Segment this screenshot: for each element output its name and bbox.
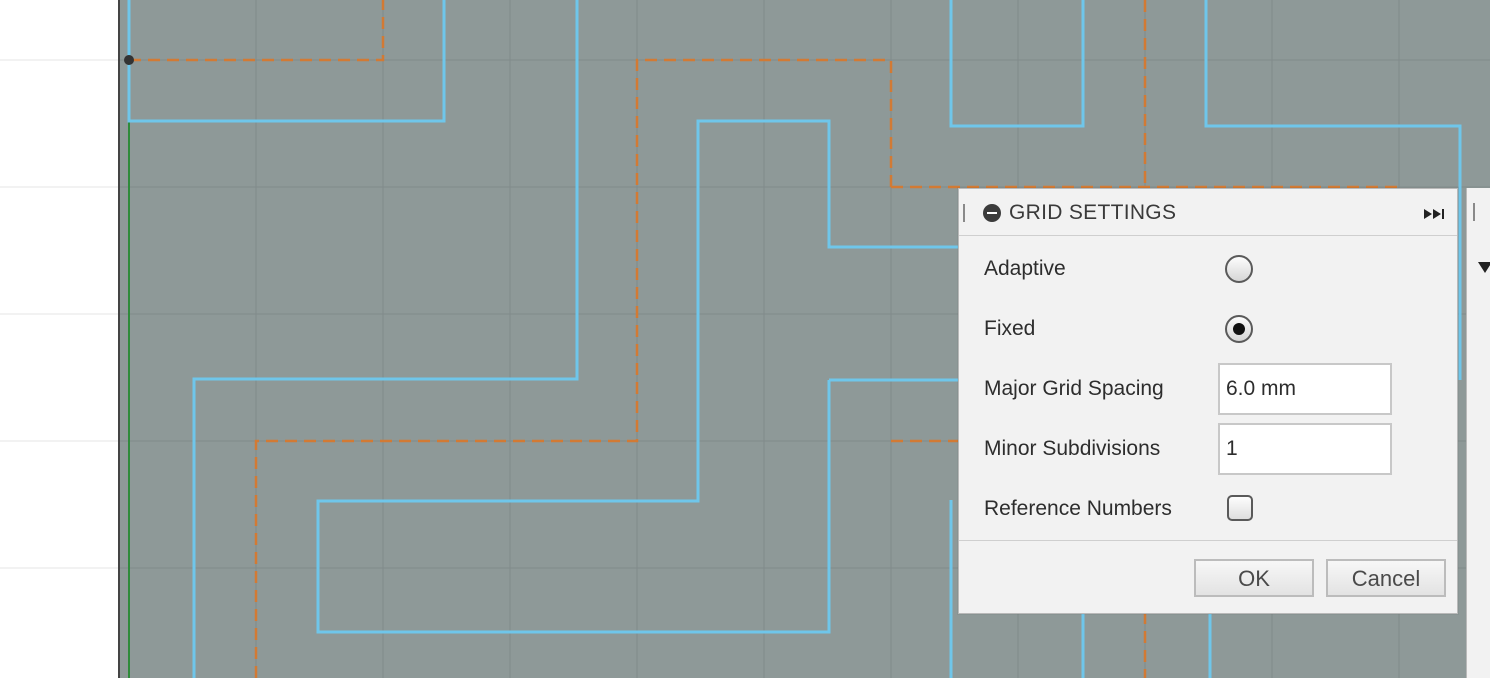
reference-numbers-label: Reference Numbers [984,497,1172,520]
minor-subdivisions-label: Minor Subdivisions [984,437,1161,460]
outer-grid [0,59,118,569]
side-panel-collapsed[interactable] [1466,188,1490,678]
major-grid-spacing-label: Major Grid Spacing [984,377,1164,400]
dialog-header[interactable]: GRID SETTINGS [959,189,1457,236]
drag-grip-icon[interactable] [963,204,965,222]
reference-numbers-checkbox[interactable] [1227,495,1253,521]
cancel-button[interactable]: Cancel [1326,559,1446,597]
adaptive-radio[interactable] [1225,255,1253,283]
fixed-label: Fixed [984,317,1036,340]
adaptive-label: Adaptive [984,257,1066,280]
sketch-origin-point[interactable] [124,55,134,65]
dialog-divider [959,540,1457,541]
grid-settings-dialog: GRID SETTINGS Adaptive Fixed Major Grid … [958,188,1458,614]
side-panel-grip[interactable] [1473,203,1475,221]
expand-arrows-icon[interactable] [1423,207,1445,221]
dialog-title: GRID SETTINGS [1009,201,1177,224]
minor-subdivisions-input[interactable] [1218,423,1392,475]
ok-button[interactable]: OK [1194,559,1314,597]
fixed-radio[interactable] [1225,315,1253,343]
major-grid-spacing-input[interactable] [1218,363,1392,415]
collapse-icon[interactable] [983,204,1001,222]
caret-down-icon[interactable] [1478,262,1490,273]
